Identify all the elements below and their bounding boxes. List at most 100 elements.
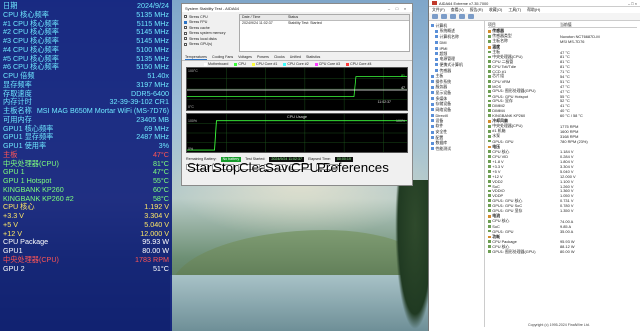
copyright-text: Copyright (c) 1995-2024 FinalWire Ltd.	[528, 323, 590, 327]
maximize-icon[interactable]: □	[631, 1, 633, 6]
cpu-usage-line	[187, 120, 407, 151]
sensor-icon	[488, 99, 491, 103]
tree-node-icon	[431, 136, 434, 140]
window-title: System Stability Test - AIDA64	[185, 5, 239, 11]
stability-test-titlebar[interactable]: System Stability Test - AIDA64 – □ ×	[182, 4, 412, 12]
sensor-row[interactable]: GPU1: GPU 35.00 A	[488, 229, 637, 234]
tab-unified[interactable]: Unified	[290, 55, 301, 59]
start-button[interactable]: Start	[186, 161, 215, 174]
sensor-icon	[488, 109, 491, 113]
legend-item[interactable]: CPU Core #3	[314, 62, 340, 66]
sensor-icon	[488, 224, 491, 228]
tree-node-icon	[431, 97, 434, 101]
cpuid-button[interactable]: CPUID	[290, 161, 332, 174]
stability-test-window[interactable]: System Stability Test - AIDA64 – □ × Stres…	[181, 3, 413, 186]
back-icon[interactable]	[432, 14, 438, 19]
stop-button[interactable]: Stop	[212, 161, 240, 174]
checkbox-icon[interactable]	[184, 26, 187, 30]
cpu-ymax: 100%	[188, 119, 197, 123]
osd-row: GPU 2 51°C	[3, 263, 169, 274]
legend-item[interactable]: CPU Core #2	[283, 62, 309, 66]
maximize-icon[interactable]: □	[393, 6, 401, 11]
minimize-icon[interactable]: –	[628, 1, 630, 6]
menu-item[interactable]: 帮助(H)	[527, 7, 540, 13]
aida64-main-window[interactable]: AIDA64 Extreme v7.35.7000 – □ × 文件(F) 查看(…	[428, 0, 640, 331]
checkbox-icon[interactable]	[184, 37, 187, 41]
sensor-value: 60 °C / 58 °C	[560, 113, 583, 119]
legend-item[interactable]: CPU	[234, 62, 246, 66]
tree-item-label: 计算机名称	[439, 33, 459, 39]
sensor-icon	[488, 209, 491, 212]
sensor-row[interactable]: KINGBANK KP260 60 °C / 58 °C	[488, 113, 637, 118]
stress-option[interactable]: Stress GPU(s)	[184, 42, 236, 48]
osd-value: 51°C	[152, 263, 169, 273]
watermark: @新浪众测 飞天猫	[540, 305, 632, 317]
close-icon[interactable]: ×	[635, 1, 637, 6]
up-icon[interactable]	[450, 14, 456, 19]
legend-item[interactable]: Motherboard	[204, 62, 228, 66]
tab-temperatures[interactable]: Temperatures	[185, 55, 207, 60]
refresh-icon[interactable]	[459, 14, 465, 19]
cpu-ymin: 0%	[188, 147, 194, 151]
tab-voltages[interactable]: Voltages	[238, 55, 252, 59]
legend-swatch	[234, 62, 238, 66]
clear-button[interactable]: Clear	[238, 161, 271, 174]
sensor-icon	[488, 150, 491, 154]
checkbox-icon[interactable]	[184, 42, 187, 46]
tree-node-icon	[431, 113, 434, 117]
legend-label: CPU	[238, 62, 246, 66]
stress-option-label: Stress CPU	[189, 14, 208, 19]
cpu-right-max: 100%	[396, 119, 405, 123]
aida64-title: AIDA64 Extreme v7.35.7000	[439, 0, 489, 6]
sensor-icon	[488, 229, 491, 233]
tab-powers[interactable]: Powers	[257, 55, 269, 59]
close-icon[interactable]: ×	[401, 6, 409, 11]
sensor-row[interactable]: GPU1: 图形处理器(GPU) 80.00 W	[488, 249, 637, 254]
checkbox-icon[interactable]	[184, 15, 187, 19]
tree-node-icon	[431, 124, 434, 128]
sensor-list-header: 项目 当前值	[488, 22, 637, 28]
sensor-row[interactable]: 主板名称 MSI MS-7D76	[488, 38, 637, 44]
report-icon[interactable]	[468, 14, 474, 19]
header-value[interactable]: 当前值	[560, 22, 572, 28]
tab-cooling-fans[interactable]: Cooling Fans	[212, 55, 233, 59]
menu-item[interactable]: 文件(F)	[432, 7, 445, 13]
tree-item[interactable]: 性能测试	[431, 146, 482, 152]
preferences-button[interactable]: Preferences	[316, 161, 389, 174]
sensor-key: GPU1: GPU	[488, 139, 560, 144]
event-log-table[interactable]: Date / Time Status 2024/9/24 11:02:37 St…	[239, 14, 410, 52]
tree-node-icon	[431, 141, 434, 145]
aida64-logo-icon	[432, 1, 437, 6]
forward-icon[interactable]	[441, 14, 447, 19]
temperature-graph-canvas	[187, 68, 407, 110]
menu-item[interactable]: 查看(V)	[451, 7, 464, 13]
tab-clocks[interactable]: Clocks	[274, 55, 285, 59]
minimize-icon[interactable]: –	[385, 6, 393, 11]
log-status: Stability Test: Started	[288, 21, 322, 26]
tree-node-icon	[435, 29, 438, 33]
header-item[interactable]: 项目	[488, 22, 560, 28]
temp-ymax: 100°C	[188, 69, 198, 73]
legend-label: CPU Core #4	[350, 62, 372, 66]
tree-node-icon	[431, 108, 434, 112]
tree-node-icon	[435, 69, 438, 73]
save-button[interactable]: Save	[264, 161, 295, 174]
checkbox-icon[interactable]	[184, 31, 187, 35]
checkbox-icon[interactable]	[184, 20, 187, 24]
sensor-row[interactable]: GPU1: GPU 780 RPM (23%)	[488, 139, 637, 144]
legend-label: Motherboard	[208, 62, 229, 66]
sensor-row[interactable]: GPU1: GPU 显存 1.350 V	[488, 208, 637, 213]
tab-statistics[interactable]: Statistics	[306, 55, 320, 59]
aida64-titlebar[interactable]: AIDA64 Extreme v7.35.7000 – □ ×	[429, 0, 640, 7]
tree-item-label: DMI	[439, 40, 447, 46]
legend-swatch	[314, 62, 318, 66]
menu-item[interactable]: 报告(R)	[470, 7, 483, 13]
log-row[interactable]: 2024/9/24 11:02:37 Stability Test: Start…	[240, 21, 409, 27]
sensor-icon	[488, 114, 491, 117]
legend-item[interactable]: CPU Core #4	[346, 62, 371, 66]
temperature-graph: 100°C 0°C 11:02:37 81 47	[186, 67, 408, 111]
menu-item[interactable]: 收藏(O)	[489, 7, 502, 13]
sensor-value: 80.00 W	[560, 249, 575, 255]
menu-item[interactable]: 工具(T)	[508, 7, 521, 13]
legend-item[interactable]: CPU Core #1	[251, 62, 277, 66]
